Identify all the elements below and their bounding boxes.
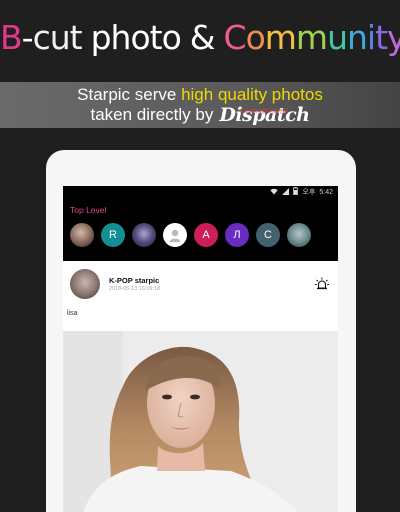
- promo-title-segment: t: [69, 18, 83, 57]
- promo-title-segment: c: [32, 18, 51, 57]
- banner-line2: taken directly by: [90, 105, 214, 124]
- post-header: K-POP starpic 2018-05-13 16:09:18: [63, 261, 338, 307]
- person-icon: [169, 229, 181, 242]
- top-level-avatar-letter[interactable]: A: [194, 223, 218, 247]
- promo-title-segment: &: [189, 18, 216, 57]
- top-level-avatars: R AЛC: [70, 223, 338, 247]
- post-card[interactable]: K-POP starpic 2018-05-13 16:09:18 lisa: [63, 261, 338, 512]
- signal-icon: [282, 187, 290, 197]
- post-photo[interactable]: [63, 331, 338, 512]
- promo-title-segment: u: [49, 18, 71, 57]
- device-screen: 오후 5:42 Top Level R AЛC K-POP starpic 201…: [63, 186, 338, 512]
- promo-title-segment: photo: [90, 18, 182, 57]
- top-level-avatar-letter[interactable]: C: [256, 223, 280, 247]
- banner-text-prefix: Starpic serve: [77, 85, 182, 104]
- author-avatar[interactable]: [70, 269, 100, 299]
- promo-title-segment: m: [295, 18, 328, 57]
- promo-title-segment: o: [245, 18, 266, 57]
- promo-title: B-cut photo & Community: [0, 18, 400, 57]
- wifi-icon: [270, 188, 279, 197]
- promo-title-segment: C: [223, 18, 247, 57]
- report-siren-icon[interactable]: [314, 276, 330, 292]
- dispatch-logo-tagline: 디스패치 대중문화 전문: [239, 109, 289, 115]
- promo-title-segment: t: [375, 18, 388, 57]
- promo-title-segment: m: [264, 18, 297, 57]
- promo-title-segment: u: [327, 18, 348, 57]
- post-meta: K-POP starpic 2018-05-13 16:09:18: [109, 276, 160, 292]
- top-level-avatar-letter[interactable]: R: [101, 223, 125, 247]
- post-author[interactable]: K-POP starpic: [109, 276, 160, 285]
- top-level-avatar-photo[interactable]: [132, 223, 156, 247]
- post-photo-illustration: [63, 331, 338, 512]
- status-bar: 오후 5:42: [63, 186, 338, 198]
- battery-icon: [293, 187, 299, 197]
- top-level-label: Top Level: [70, 205, 107, 215]
- top-level-avatar-photo[interactable]: [70, 223, 94, 247]
- status-time: 5:42: [319, 188, 333, 196]
- promo-title-segment: y: [387, 18, 400, 57]
- status-time-prefix: 오후: [302, 189, 316, 196]
- post-timestamp: 2018-05-13 16:09:18: [109, 286, 161, 292]
- promo-title-segment: i: [366, 18, 376, 57]
- top-level-avatar-default[interactable]: [163, 223, 187, 247]
- promo-title-segment: B: [0, 18, 23, 57]
- promo-title-segment: -: [21, 18, 34, 57]
- dispatch-logo: 디스패치 대중문화 전문 Dispatch: [219, 105, 310, 125]
- promo-title-segment: n: [347, 18, 368, 57]
- post-caption: lisa: [67, 310, 78, 317]
- top-level-avatar-photo[interactable]: [287, 223, 311, 247]
- top-level-avatar-letter[interactable]: Л: [225, 223, 249, 247]
- promo-banner: Starpic serve high quality photos taken …: [0, 82, 400, 128]
